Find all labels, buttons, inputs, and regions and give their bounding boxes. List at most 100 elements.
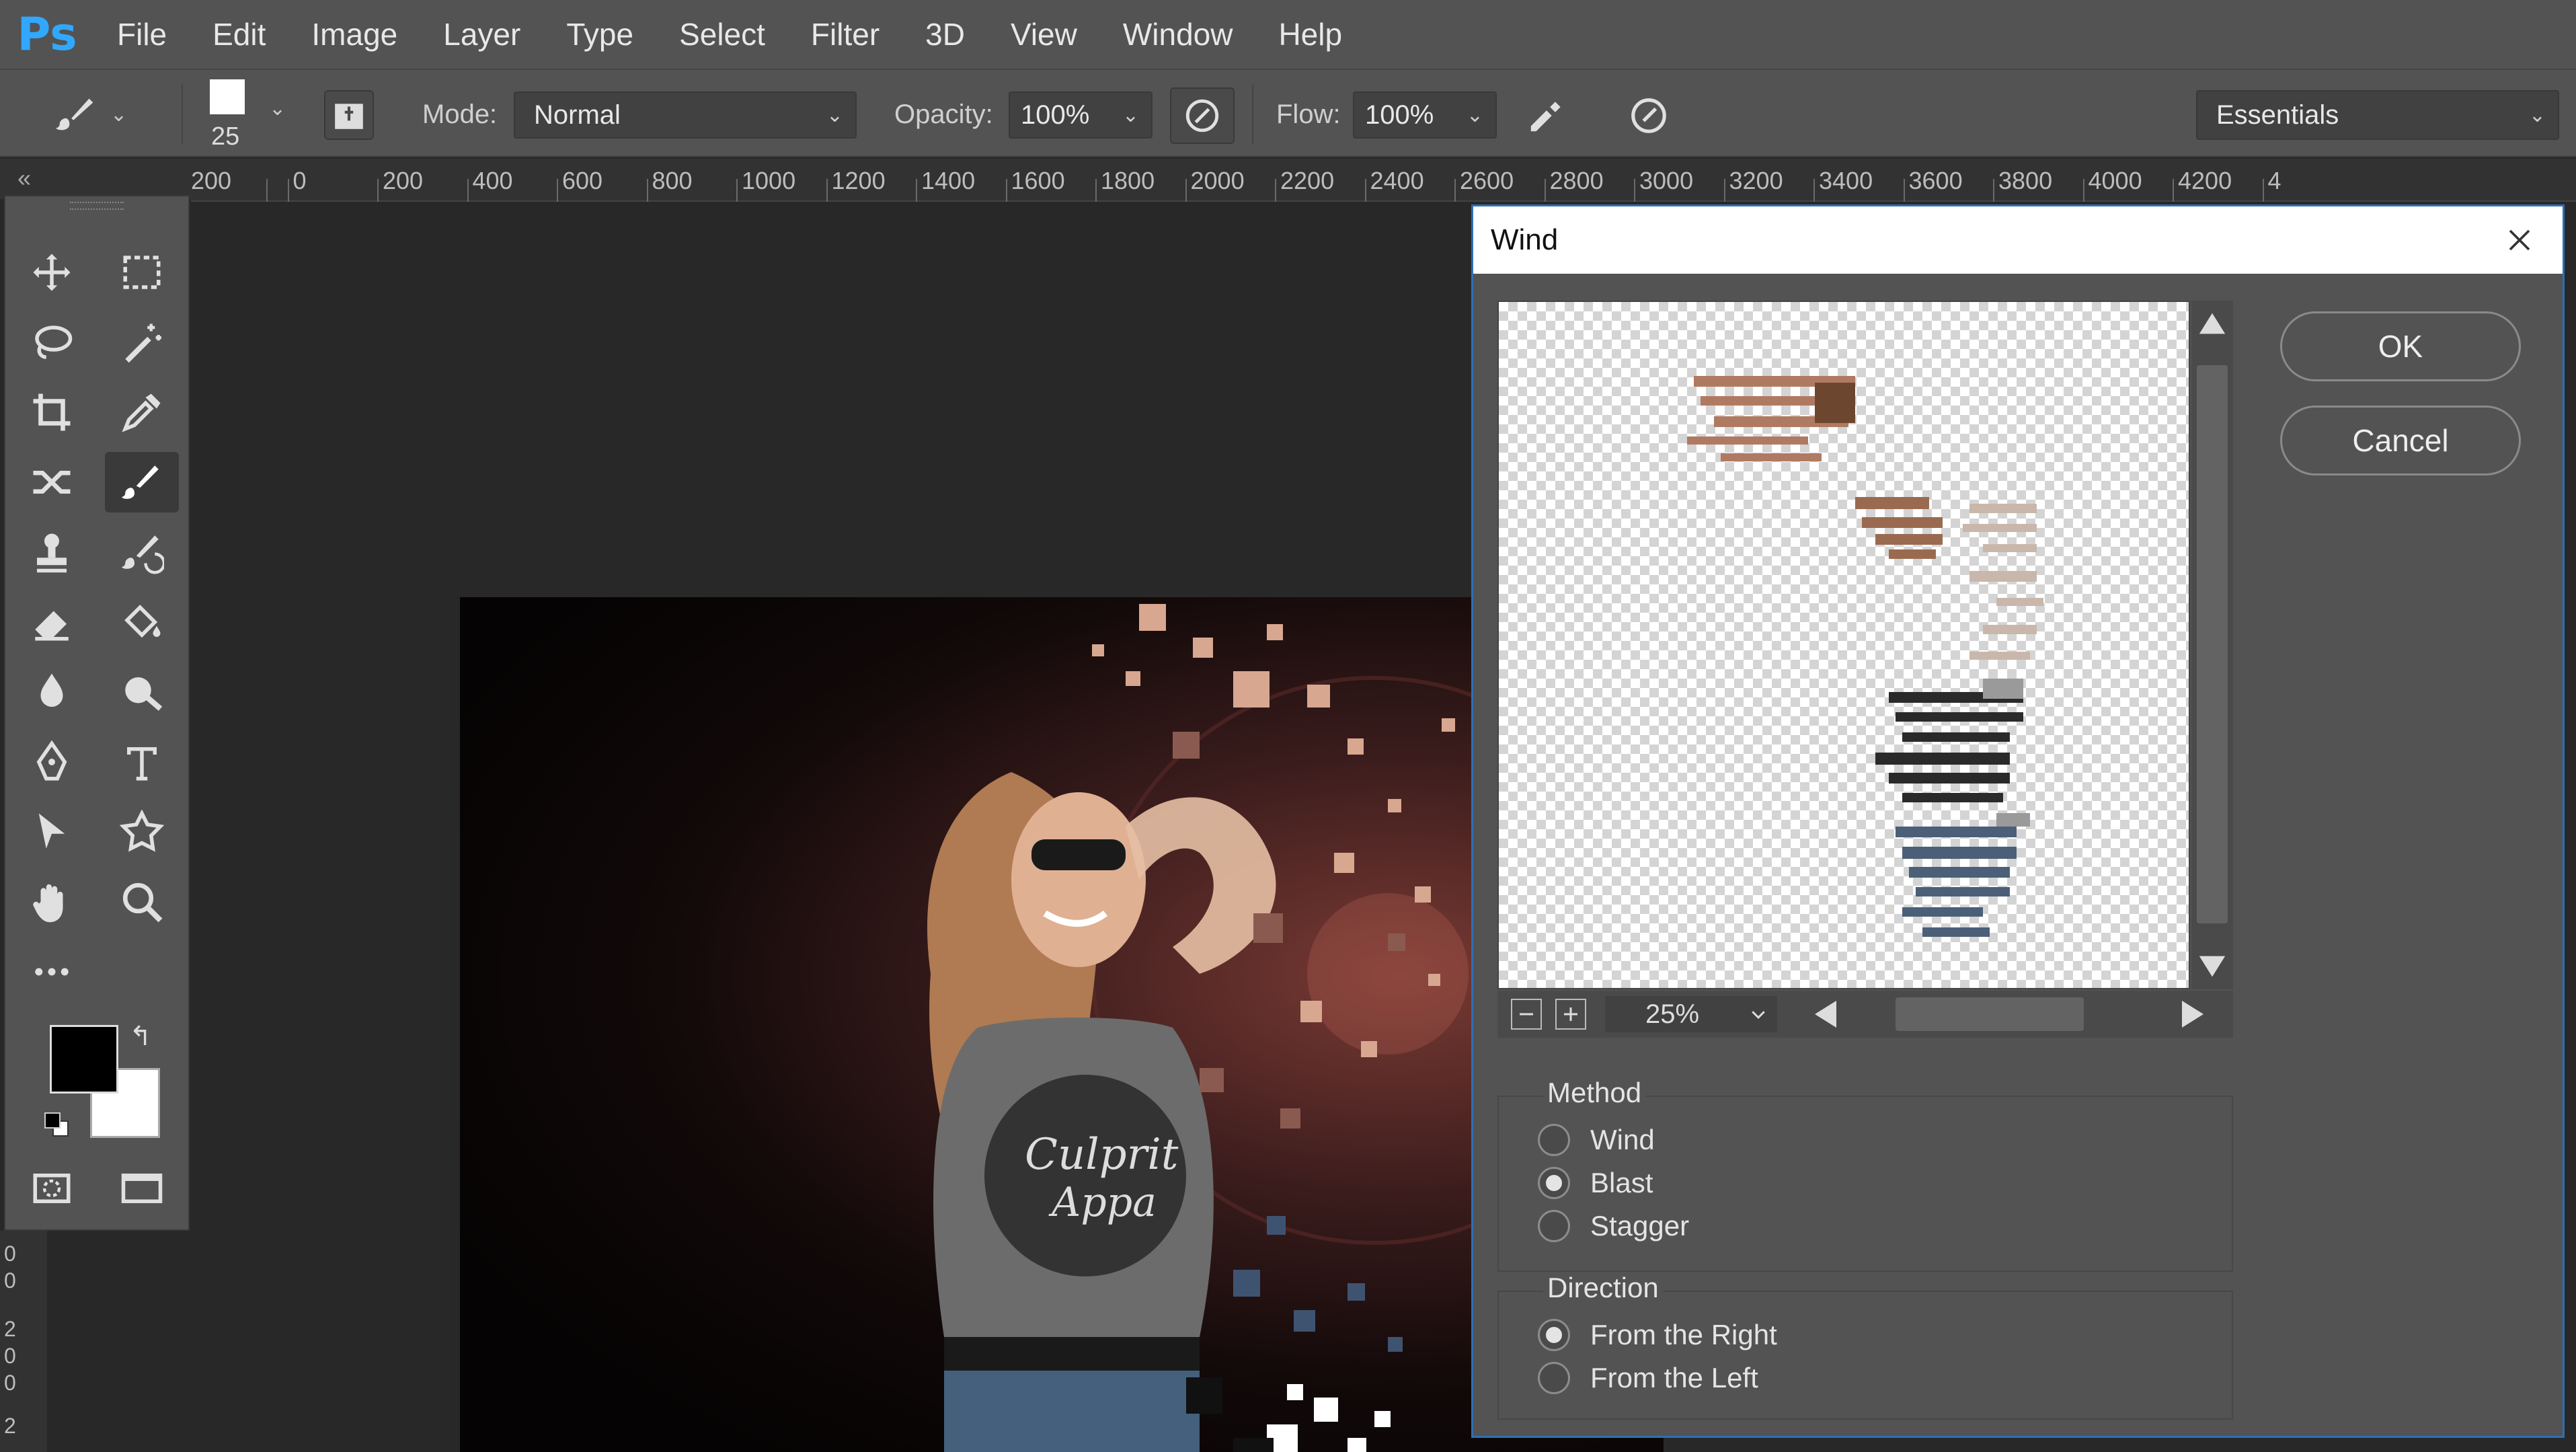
tool-type[interactable]	[105, 732, 179, 792]
tool-healing[interactable]	[15, 452, 89, 512]
menu-layer[interactable]: Layer	[420, 0, 543, 69]
menu-filter[interactable]: Filter	[788, 0, 902, 69]
tool-screen-mode[interactable]	[105, 1158, 179, 1219]
radio-button[interactable]	[1538, 1124, 1570, 1156]
opacity-label: Opacity:	[894, 100, 993, 129]
ruler-tick	[377, 179, 379, 202]
canvas-area[interactable]: Culprit Appa	[191, 202, 1664, 1452]
mode-select[interactable]: Normal ⌄	[514, 91, 857, 139]
toolbar-grip[interactable]	[70, 202, 124, 210]
zoom-icon	[122, 882, 163, 923]
ruler-tick	[1275, 179, 1276, 202]
workspace-select[interactable]: Essentials ⌄	[2196, 90, 2559, 140]
flow-input[interactable]: 100% ⌄	[1353, 91, 1497, 139]
tool-shape[interactable]	[105, 802, 179, 862]
dialog-title-bar[interactable]: Wind	[1473, 206, 2563, 274]
ruler-tick	[1813, 179, 1815, 202]
brush-panel-toggle[interactable]	[324, 90, 374, 140]
menu-window[interactable]: Window	[1100, 0, 1256, 69]
scroll-thumb[interactable]	[2197, 365, 2228, 923]
scroll-right-icon[interactable]	[2177, 998, 2209, 1030]
zoom-in-button[interactable]	[1555, 999, 1586, 1030]
collapse-left-icon[interactable]: «	[17, 164, 31, 192]
mode-value: Normal	[534, 100, 621, 130]
menu-file[interactable]: File	[94, 0, 190, 69]
tool-brush[interactable]	[105, 452, 179, 512]
tool-zoom[interactable]	[105, 872, 179, 932]
tool-crop[interactable]	[15, 382, 89, 443]
ruler-tick	[1634, 179, 1635, 202]
hand-icon	[33, 884, 63, 923]
tool-history-brush[interactable]	[105, 522, 179, 582]
zoom-dropdown[interactable]	[1740, 996, 1777, 1032]
chevron-down-icon[interactable]: ⌄	[269, 97, 286, 120]
ruler-label: 600	[562, 167, 603, 194]
tool-quick-mask[interactable]	[15, 1158, 89, 1219]
menu-edit[interactable]: Edit	[190, 0, 288, 69]
radio-button[interactable]	[1538, 1362, 1570, 1394]
path-select-icon	[38, 813, 65, 849]
flow-label: Flow:	[1276, 100, 1341, 129]
ruler-tick	[2173, 179, 2174, 202]
scroll-down-icon[interactable]	[2197, 953, 2228, 980]
radio-button[interactable]	[1538, 1167, 1570, 1199]
tool-pen[interactable]	[15, 732, 89, 792]
mode-label: Mode:	[422, 100, 498, 129]
tool-move[interactable]	[15, 242, 89, 303]
method-wind-option[interactable]: Wind	[1538, 1124, 1655, 1156]
direction-left-option[interactable]: From the Left	[1538, 1362, 1758, 1394]
tool-magic-wand[interactable]	[105, 312, 179, 373]
pressure-size-toggle[interactable]	[1621, 89, 1677, 143]
tool-dodge[interactable]	[105, 662, 179, 722]
tool-paint-bucket[interactable]	[105, 592, 179, 652]
ok-button[interactable]: OK	[2280, 311, 2521, 381]
opacity-input[interactable]: 100% ⌄	[1009, 91, 1153, 139]
brush-size-picker[interactable]: 25	[202, 79, 256, 153]
menu-type[interactable]: Type	[543, 0, 656, 69]
chevron-down-icon: ⌄	[1466, 104, 1483, 126]
scroll-up-icon[interactable]	[2197, 310, 2228, 337]
shirt-text: Culprit	[1025, 1130, 1179, 1180]
brush-size-value: 25	[211, 122, 240, 151]
airbrush-toggle[interactable]	[1518, 89, 1575, 143]
brush-tip-swatch	[210, 79, 245, 114]
tool-lasso[interactable]	[15, 312, 89, 373]
radio-button[interactable]	[1538, 1210, 1570, 1242]
tool-eyedropper[interactable]	[105, 382, 179, 443]
menu-image[interactable]: Image	[288, 0, 420, 69]
method-title: Method	[1543, 1077, 1646, 1109]
method-blast-option[interactable]: Blast	[1538, 1167, 1653, 1199]
tool-hand[interactable]	[15, 872, 89, 932]
menu-3d[interactable]: 3D	[902, 0, 988, 69]
radio-button[interactable]	[1538, 1319, 1570, 1351]
preview-vertical-scrollbar[interactable]	[2191, 301, 2233, 989]
pressure-icon	[1185, 99, 1219, 132]
cancel-button[interactable]: Cancel	[2280, 406, 2521, 475]
ruler-tick	[2082, 179, 2084, 202]
tool-eraser[interactable]	[15, 592, 89, 652]
direction-right-option[interactable]: From the Right	[1538, 1319, 1777, 1351]
foreground-color-swatch[interactable]	[50, 1025, 118, 1094]
zoom-out-button[interactable]	[1511, 999, 1542, 1030]
tool-stamp[interactable]	[15, 522, 89, 582]
close-icon[interactable]	[2503, 224, 2536, 256]
swap-colors-icon[interactable]: ↰	[129, 1021, 152, 1052]
filter-preview[interactable]	[1497, 301, 2190, 989]
scroll-thumb[interactable]	[1896, 997, 2084, 1031]
crop-icon	[33, 393, 71, 431]
tool-preset-picker[interactable]: ⌄	[54, 87, 155, 141]
method-stagger-option[interactable]: Stagger	[1538, 1210, 1689, 1242]
pressure-opacity-toggle[interactable]	[1170, 87, 1235, 144]
tool-marquee[interactable]	[105, 242, 179, 303]
ruler-tick	[467, 179, 469, 202]
tools-panel: ↰	[4, 195, 190, 1231]
menu-select[interactable]: Select	[656, 0, 788, 69]
menu-view[interactable]: View	[988, 0, 1100, 69]
scroll-left-icon[interactable]	[1809, 998, 1842, 1030]
tool-more[interactable]	[15, 942, 89, 1002]
tool-blur[interactable]	[15, 662, 89, 722]
pressure-size-icon	[1631, 98, 1666, 133]
tool-path-select[interactable]	[15, 802, 89, 862]
default-colors-icon[interactable]	[44, 1112, 71, 1139]
menu-help[interactable]: Help	[1255, 0, 1365, 69]
